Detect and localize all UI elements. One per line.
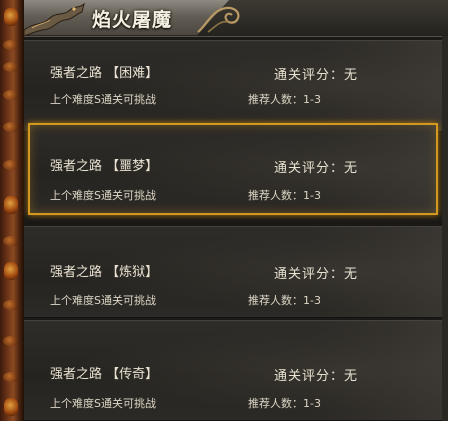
- clear-rating: 通关评分：无: [274, 161, 359, 176]
- dungeon-select-window: 焰火屠魔 强者之路 【困难】 通关评分：无 上个难度S通关可挑战 推荐人数：1-…: [0, 0, 448, 421]
- ornament-scale: [3, 336, 19, 346]
- ornament-scale: [3, 160, 19, 170]
- stage-card-selected[interactable]: 强者之路 【噩梦】 通关评分：无 上个难度S通关可挑战 推荐人数：1-3: [28, 123, 438, 215]
- recommended-players: 推荐人数：1-3: [248, 93, 321, 106]
- unlock-condition: 上个难度S通关可挑战: [50, 397, 156, 410]
- unlock-condition: 上个难度S通关可挑战: [50, 294, 156, 307]
- ornament-gem: [4, 8, 18, 26]
- stage-name: 强者之路 【困难】: [50, 66, 159, 81]
- recommended-players: 推荐人数：1-3: [248, 294, 321, 307]
- recommended-players: 推荐人数：1-3: [248, 189, 321, 202]
- ornament-gem: [4, 196, 18, 214]
- unlock-condition: 上个难度S通关可挑战: [50, 93, 156, 106]
- scrollbar[interactable]: [442, 36, 448, 421]
- ornament-scale: [3, 236, 19, 246]
- stage-list: 强者之路 【困难】 通关评分：无 上个难度S通关可挑战 推荐人数：1-3 强者之…: [24, 36, 442, 421]
- ornament-scale: [3, 62, 19, 72]
- ornament-scale: [3, 300, 19, 310]
- unlock-condition: 上个难度S通关可挑战: [50, 189, 156, 202]
- stage-name: 强者之路 【传奇】: [50, 367, 159, 382]
- ornament-scale: [3, 40, 19, 50]
- ornament-gem: [4, 262, 18, 280]
- clear-rating: 通关评分：无: [274, 369, 359, 384]
- ornament-scale: [3, 90, 19, 100]
- card-background-art: [312, 41, 442, 131]
- title-bar: 焰火屠魔: [24, 0, 448, 37]
- stage-card[interactable]: 强者之路 【炼狱】 通关评分：无 上个难度S通关可挑战 推荐人数：1-3: [24, 226, 442, 318]
- window-title: 焰火屠魔: [92, 9, 173, 31]
- ornament-scale: [3, 122, 19, 132]
- recommended-players: 推荐人数：1-3: [248, 397, 321, 410]
- swirl-ornament-icon: [197, 6, 240, 33]
- stage-name: 强者之路 【炼狱】: [50, 265, 159, 280]
- clear-rating: 通关评分：无: [274, 267, 359, 282]
- ornament-gem: [4, 398, 18, 416]
- clear-rating: 通关评分：无: [274, 68, 359, 83]
- stage-card[interactable]: 强者之路 【传奇】 通关评分：无 上个难度S通关可挑战 推荐人数：1-3: [24, 320, 442, 421]
- ornament-scale: [3, 372, 19, 382]
- stage-name: 强者之路 【噩梦】: [50, 159, 159, 174]
- stage-card[interactable]: 强者之路 【困难】 通关评分：无 上个难度S通关可挑战 推荐人数：1-3: [24, 40, 442, 132]
- dragon-ornament-icon: [24, 2, 85, 36]
- dragon-border-ornament: [0, 0, 24, 421]
